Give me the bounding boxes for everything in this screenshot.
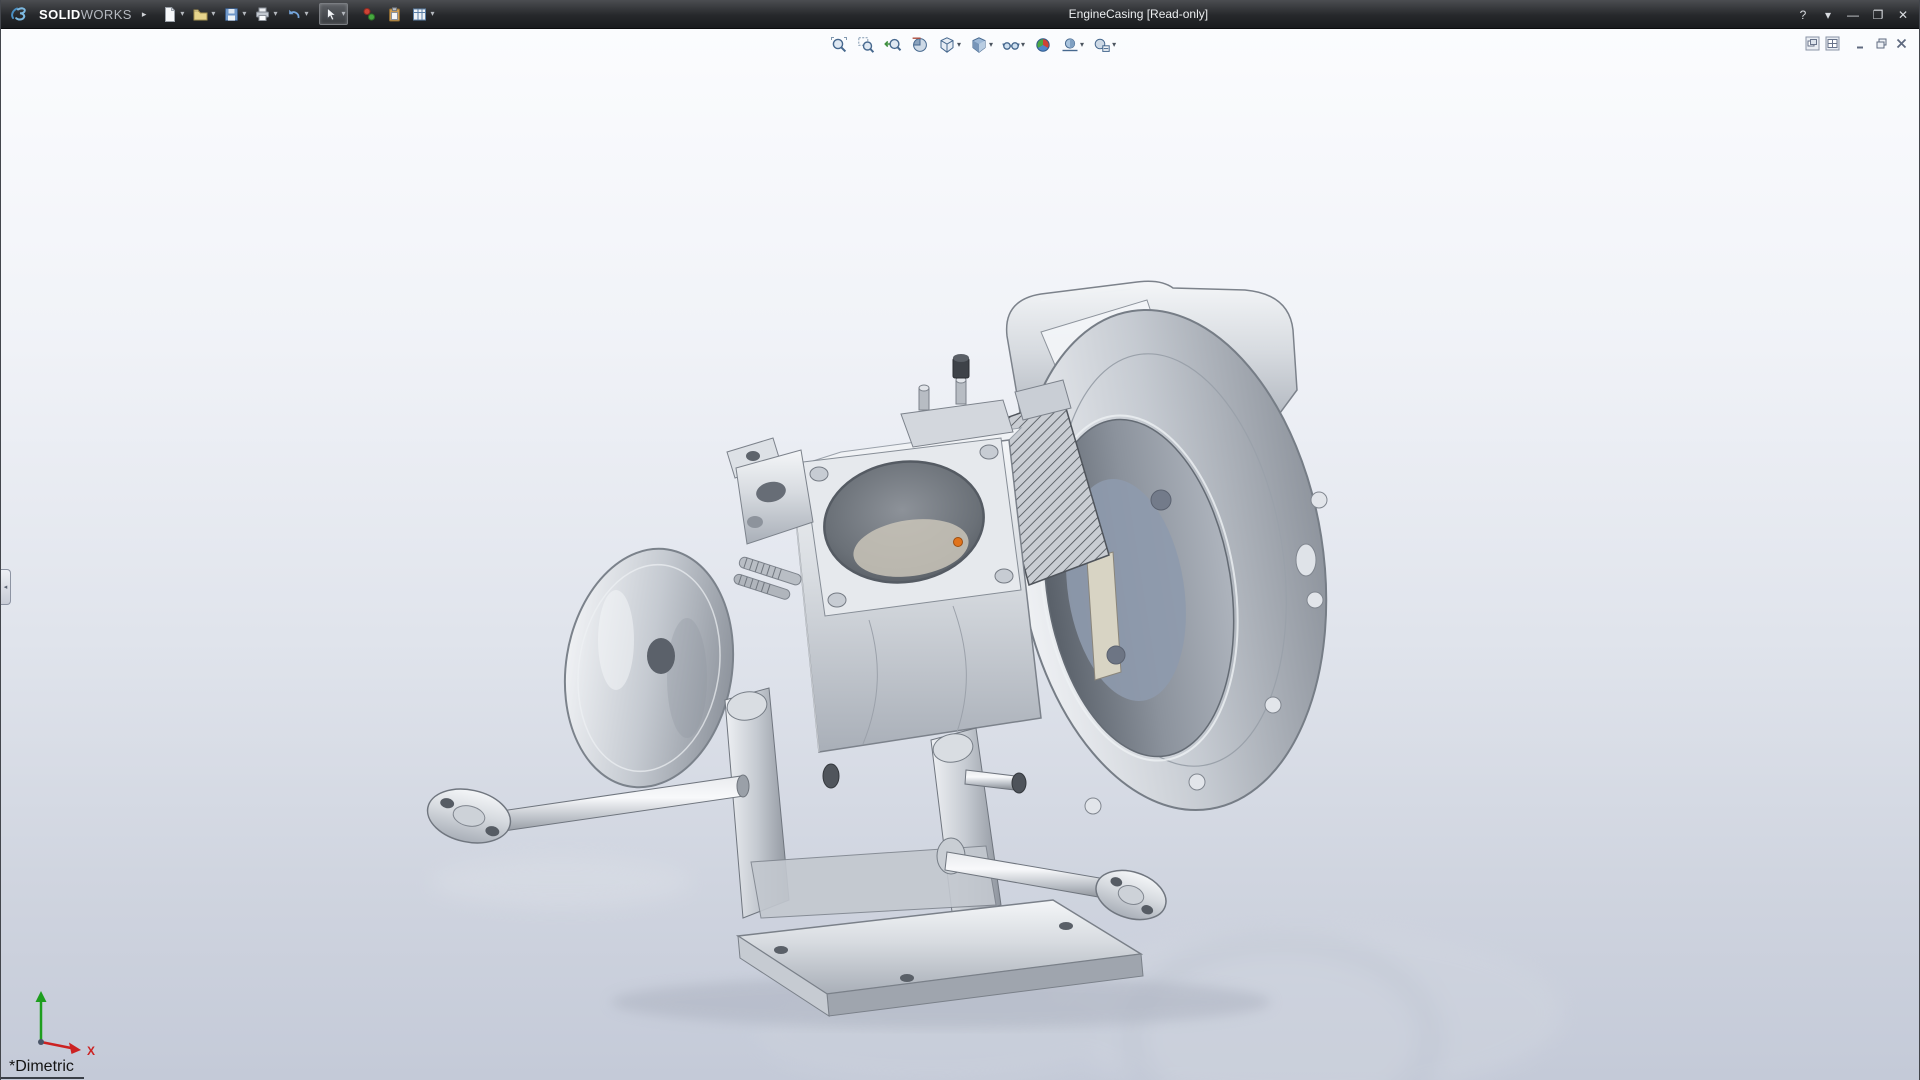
select-icon <box>322 6 339 23</box>
document-window-controls <box>1805 36 1909 51</box>
selection-filter-button[interactable] <box>358 3 381 25</box>
dropdown-caret-icon[interactable]: ▾ <box>180 10 184 18</box>
previous-view-button[interactable] <box>881 34 905 56</box>
zoom-to-fit-button[interactable] <box>827 34 851 56</box>
help-menu-caret[interactable]: ▾ <box>1820 8 1836 22</box>
selection-filter-icon <box>361 6 378 23</box>
dropdown-caret-icon[interactable]: ▾ <box>211 10 215 18</box>
solidworks-logo: SOLID WORKS <box>1 5 136 23</box>
previous-view-icon <box>884 36 902 54</box>
document-title: EngineCasing [Read-only] <box>1068 7 1209 21</box>
dropdown-caret-icon[interactable]: ▾ <box>957 41 961 49</box>
engine-casing-model[interactable] <box>1 29 1919 1080</box>
3ds-logo-icon <box>11 7 26 21</box>
paste-icon <box>386 6 403 23</box>
apply-scene-icon <box>1061 36 1079 54</box>
flywheel-cover-part[interactable] <box>548 536 750 799</box>
brand-works: WORKS <box>80 6 132 22</box>
zoom-to-area-button[interactable] <box>854 34 878 56</box>
paste-button[interactable] <box>383 3 406 25</box>
view-orientation-icon <box>938 36 956 54</box>
undo-icon <box>285 6 302 23</box>
dropdown-caret-icon[interactable]: ▾ <box>430 10 434 18</box>
triad-x-label: X <box>87 1044 95 1058</box>
view-orientation-label: *Dimetric <box>1 1058 84 1079</box>
doc-close-button[interactable] <box>1894 36 1909 51</box>
options-icon <box>411 6 428 23</box>
section-view-icon <box>911 36 929 54</box>
open-button[interactable]: ▾ <box>189 3 218 25</box>
file-toolbar: ▾ ▾ ▾ ▾ ▾ ▾ ▾ <box>158 3 437 25</box>
help-button[interactable]: ? <box>1795 8 1811 22</box>
triad-y-axis <box>35 991 47 1002</box>
pane-toggle-right-button[interactable] <box>1825 36 1840 51</box>
featuremanager-collapsed-tab[interactable]: ◂ <box>1 569 11 605</box>
dropdown-caret-icon[interactable]: ▾ <box>341 10 345 18</box>
heads-up-view-toolbar: ▾ ▾ ▾ ▾ ▾ <box>827 34 1119 56</box>
graphics-area: ▾ ▾ ▾ ▾ ▾ ◂ X *Dimetric <box>1 29 1919 1080</box>
select-button[interactable]: ▾ <box>319 3 349 25</box>
dropdown-caret-icon[interactable]: ▾ <box>242 10 246 18</box>
display-style-icon <box>970 36 988 54</box>
pane-toggle-left-button[interactable] <box>1805 36 1820 51</box>
dropdown-caret-icon[interactable]: ▾ <box>1112 41 1116 49</box>
window-controls: ? ▾ — ❐ ✕ <box>1795 0 1911 29</box>
view-orientation-button[interactable]: ▾ <box>935 34 964 56</box>
save-button[interactable]: ▾ <box>220 3 249 25</box>
open-icon <box>192 6 209 23</box>
solidworks-window: SOLID WORKS ▸ ▾ ▾ ▾ ▾ ▾ ▾ ▾ EngineCasing [Read-… <box>0 0 1920 1080</box>
triad-x-axis <box>69 1042 81 1054</box>
print-icon <box>254 6 271 23</box>
titlebar: SOLID WORKS ▸ ▾ ▾ ▾ ▾ ▾ ▾ ▾ EngineCasing [Read-… <box>1 0 1919 29</box>
view-settings-button[interactable]: ▾ <box>1090 34 1119 56</box>
undo-button[interactable]: ▾ <box>282 3 311 25</box>
reference-triad: X <box>35 991 95 1058</box>
hide-show-items-button[interactable]: ▾ <box>999 34 1028 56</box>
dropdown-caret-icon[interactable]: ▾ <box>304 10 308 18</box>
dropdown-caret-icon[interactable]: ▾ <box>273 10 277 18</box>
print-button[interactable]: ▾ <box>251 3 280 25</box>
view-settings-icon <box>1093 36 1111 54</box>
restore-button[interactable]: ❐ <box>1870 8 1886 22</box>
zoom-to-area-icon <box>857 36 875 54</box>
minimize-button[interactable]: — <box>1845 8 1861 22</box>
section-view-button[interactable] <box>908 34 932 56</box>
brand-solid: SOLID <box>39 6 81 22</box>
mount-bracket-part[interactable] <box>726 437 814 602</box>
edit-appearance-button[interactable] <box>1031 34 1055 56</box>
zoom-to-fit-icon <box>830 36 848 54</box>
new-document-icon <box>161 6 178 23</box>
selection-point-marker <box>953 537 963 547</box>
cylinder-block-part[interactable] <box>790 427 1042 753</box>
display-style-button[interactable]: ▾ <box>967 34 996 56</box>
triad-origin <box>38 1039 44 1045</box>
save-icon <box>223 6 240 23</box>
apply-scene-button[interactable]: ▾ <box>1058 34 1087 56</box>
options-button[interactable]: ▾ <box>408 3 437 25</box>
doc-restore-button[interactable] <box>1874 36 1889 51</box>
hide-show-items-icon <box>1002 36 1020 54</box>
close-button[interactable]: ✕ <box>1895 8 1911 22</box>
new-document-button[interactable]: ▾ <box>158 3 187 25</box>
edit-appearance-icon <box>1034 36 1052 54</box>
doc-minimize-button[interactable] <box>1854 36 1869 51</box>
menu-expander-icon[interactable]: ▸ <box>142 9 147 20</box>
dropdown-caret-icon[interactable]: ▾ <box>1080 41 1084 49</box>
dropdown-caret-icon[interactable]: ▾ <box>989 41 993 49</box>
dropdown-caret-icon[interactable]: ▾ <box>1021 41 1025 49</box>
